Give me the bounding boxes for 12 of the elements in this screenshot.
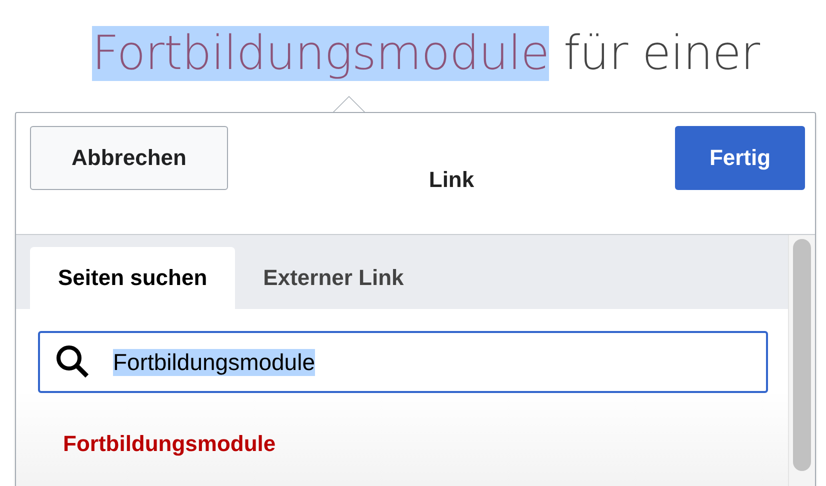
heading-text: Fortbildungsmodule für einer — [92, 26, 760, 81]
tab[interactable]: Seiten suchen — [30, 247, 236, 309]
search-field[interactable]: Fortbildungsmodule — [38, 331, 768, 393]
tab[interactable]: Externer Link — [235, 247, 432, 309]
cancel-button[interactable]: Abbrechen — [30, 126, 228, 190]
dialog-title: Link — [428, 167, 474, 193]
heading-link[interactable]: Fortbildungsmodule — [92, 26, 550, 81]
search-icon — [55, 344, 91, 380]
search-result[interactable]: Fortbildungsmodule — [63, 431, 276, 457]
scrollbar[interactable] — [788, 235, 815, 486]
scrollbar-thumb[interactable] — [793, 239, 811, 471]
done-button[interactable]: Fertig — [675, 126, 805, 190]
